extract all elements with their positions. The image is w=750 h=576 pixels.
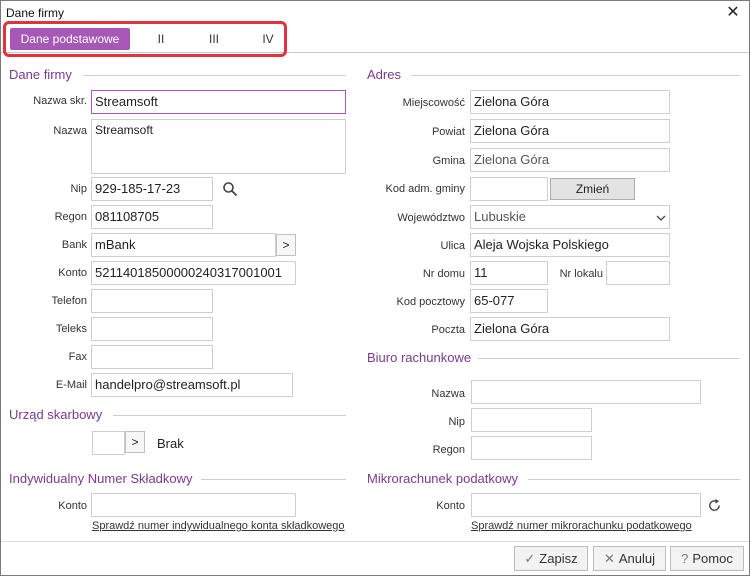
miejscowosc-input[interactable]: Zielona Góra <box>470 90 670 114</box>
bank-label: Bank <box>61 239 87 251</box>
title-bar: Dane firmy ✕ <box>1 1 749 25</box>
teleks-input[interactable] <box>91 317 213 341</box>
refresh-icon[interactable] <box>707 498 722 513</box>
divider <box>411 75 740 76</box>
urzad-code-input[interactable] <box>92 431 125 455</box>
biuro-nip-input[interactable] <box>471 408 592 432</box>
nr-lokalu-input[interactable] <box>606 261 670 285</box>
mikro-konto-label: Konto <box>436 500 465 512</box>
pomoc-button[interactable]: ? Pomoc <box>670 546 744 571</box>
kod-pocztowy-input[interactable]: 65-077 <box>470 289 548 313</box>
check-icon: ✓ <box>524 551 536 566</box>
search-icon[interactable] <box>222 181 238 197</box>
nr-domu-input[interactable]: 11 <box>470 261 548 285</box>
cancel-icon: ✕ <box>603 551 615 566</box>
nip-label: Nip <box>70 183 87 195</box>
zapisz-button[interactable]: ✓ Zapisz <box>514 546 588 571</box>
mikro-check-link[interactable]: Sprawdź numer mikrorachunku podatkowego <box>471 520 692 532</box>
dialog-window: Dane firmy ✕ Dane podstawowe II III IV D… <box>0 0 750 576</box>
inps-konto-label: Konto <box>58 500 87 512</box>
divider <box>478 358 740 359</box>
nip-input[interactable]: 929-185-17-23 <box>91 177 213 201</box>
regon-input[interactable]: 081108705 <box>91 205 213 229</box>
ulica-input[interactable]: Aleja Wojska Polskiego <box>470 233 670 257</box>
window-title: Dane firmy <box>6 6 65 20</box>
kod-adm-input[interactable] <box>470 177 548 201</box>
section-biuro-rachunkowe: Biuro rachunkowe <box>367 350 472 365</box>
nazwa-skr-label: Nazwa skr. <box>33 95 87 107</box>
pomoc-label: Pomoc <box>692 551 733 566</box>
konto-label: Konto <box>58 267 87 279</box>
footer-divider <box>1 541 749 542</box>
wojewodztwo-label: Województwo <box>397 212 465 224</box>
tab-iv[interactable]: IV <box>248 28 288 50</box>
section-mikrorachunek: Mikrorachunek podatkowy <box>367 471 519 486</box>
nr-domu-label: Nr domu <box>422 268 465 280</box>
konto-input[interactable]: 52114018500000240317001001 <box>91 261 296 285</box>
divider <box>528 479 740 480</box>
help-icon: ? <box>681 551 689 566</box>
anuluj-button[interactable]: ✕ Anuluj <box>593 546 666 571</box>
powiat-input[interactable]: Zielona Góra <box>470 119 670 143</box>
tab-iii[interactable]: III <box>194 28 234 50</box>
ulica-label: Ulica <box>440 240 465 252</box>
email-input[interactable]: handelpro@streamsoft.pl <box>91 373 293 397</box>
nr-lokalu-label: Nr lokalu <box>559 268 603 280</box>
biuro-regon-label: Regon <box>432 444 465 456</box>
nazwa-label: Nazwa <box>53 125 87 137</box>
fax-input[interactable] <box>91 345 213 369</box>
poczta-input[interactable]: Zielona Góra <box>470 317 670 341</box>
urzad-select-button[interactable]: > <box>125 431 145 453</box>
gmina-input[interactable]: Zielona Góra <box>470 148 670 172</box>
wojewodztwo-select[interactable]: Lubuskie <box>470 205 670 229</box>
mikro-konto-input[interactable] <box>471 493 701 517</box>
section-indywidualny-numer: Indywidualny Numer Składkowy <box>9 471 193 486</box>
inps-konto-input[interactable] <box>91 493 296 517</box>
kod-adm-label: Kod adm. gminy <box>385 183 465 195</box>
wojewodztwo-value: Lubuskie <box>474 209 527 224</box>
divider <box>83 75 346 76</box>
divider <box>113 415 346 416</box>
section-dane-firmy: Dane firmy <box>9 67 72 82</box>
section-adres: Adres <box>367 67 401 82</box>
bank-select-button[interactable]: > <box>276 234 296 256</box>
tab-dane-podstawowe[interactable]: Dane podstawowe <box>10 28 130 50</box>
inps-check-link[interactable]: Sprawdź numer indywidualnego konta skład… <box>92 520 345 532</box>
urzad-value: Brak <box>157 436 184 451</box>
biuro-nip-label: Nip <box>448 416 465 428</box>
kod-pocztowy-label: Kod pocztowy <box>396 296 465 308</box>
close-icon[interactable]: ✕ <box>723 3 743 23</box>
biuro-nazwa-input[interactable] <box>471 380 701 404</box>
powiat-label: Powiat <box>431 126 465 138</box>
poczta-label: Poczta <box>431 324 465 336</box>
miejscowosc-label: Miejscowość <box>402 97 465 109</box>
biuro-regon-input[interactable] <box>471 436 592 460</box>
tab-ii[interactable]: II <box>141 28 181 50</box>
fax-label: Fax <box>68 351 87 363</box>
telefon-label: Telefon <box>51 295 87 307</box>
gmina-label: Gmina <box>432 155 465 167</box>
nazwa-skr-input[interactable]: Streamsoft <box>91 90 346 114</box>
chevron-down-icon[interactable] <box>656 213 666 223</box>
divider <box>201 479 346 480</box>
email-label: E-Mail <box>55 379 87 391</box>
zapisz-label: Zapisz <box>539 551 578 566</box>
bank-input[interactable]: mBank <box>91 233 276 257</box>
biuro-nazwa-label: Nazwa <box>431 388 465 400</box>
nazwa-textarea[interactable]: Streamsoft <box>91 119 346 174</box>
section-urzad-skarbowy: Urząd skarbowy <box>9 407 103 422</box>
regon-label: Regon <box>54 211 87 223</box>
telefon-input[interactable] <box>91 289 213 313</box>
anuluj-label: Anuluj <box>618 551 656 566</box>
teleks-label: Teleks <box>55 323 87 335</box>
zmien-button[interactable]: Zmień <box>550 178 635 200</box>
